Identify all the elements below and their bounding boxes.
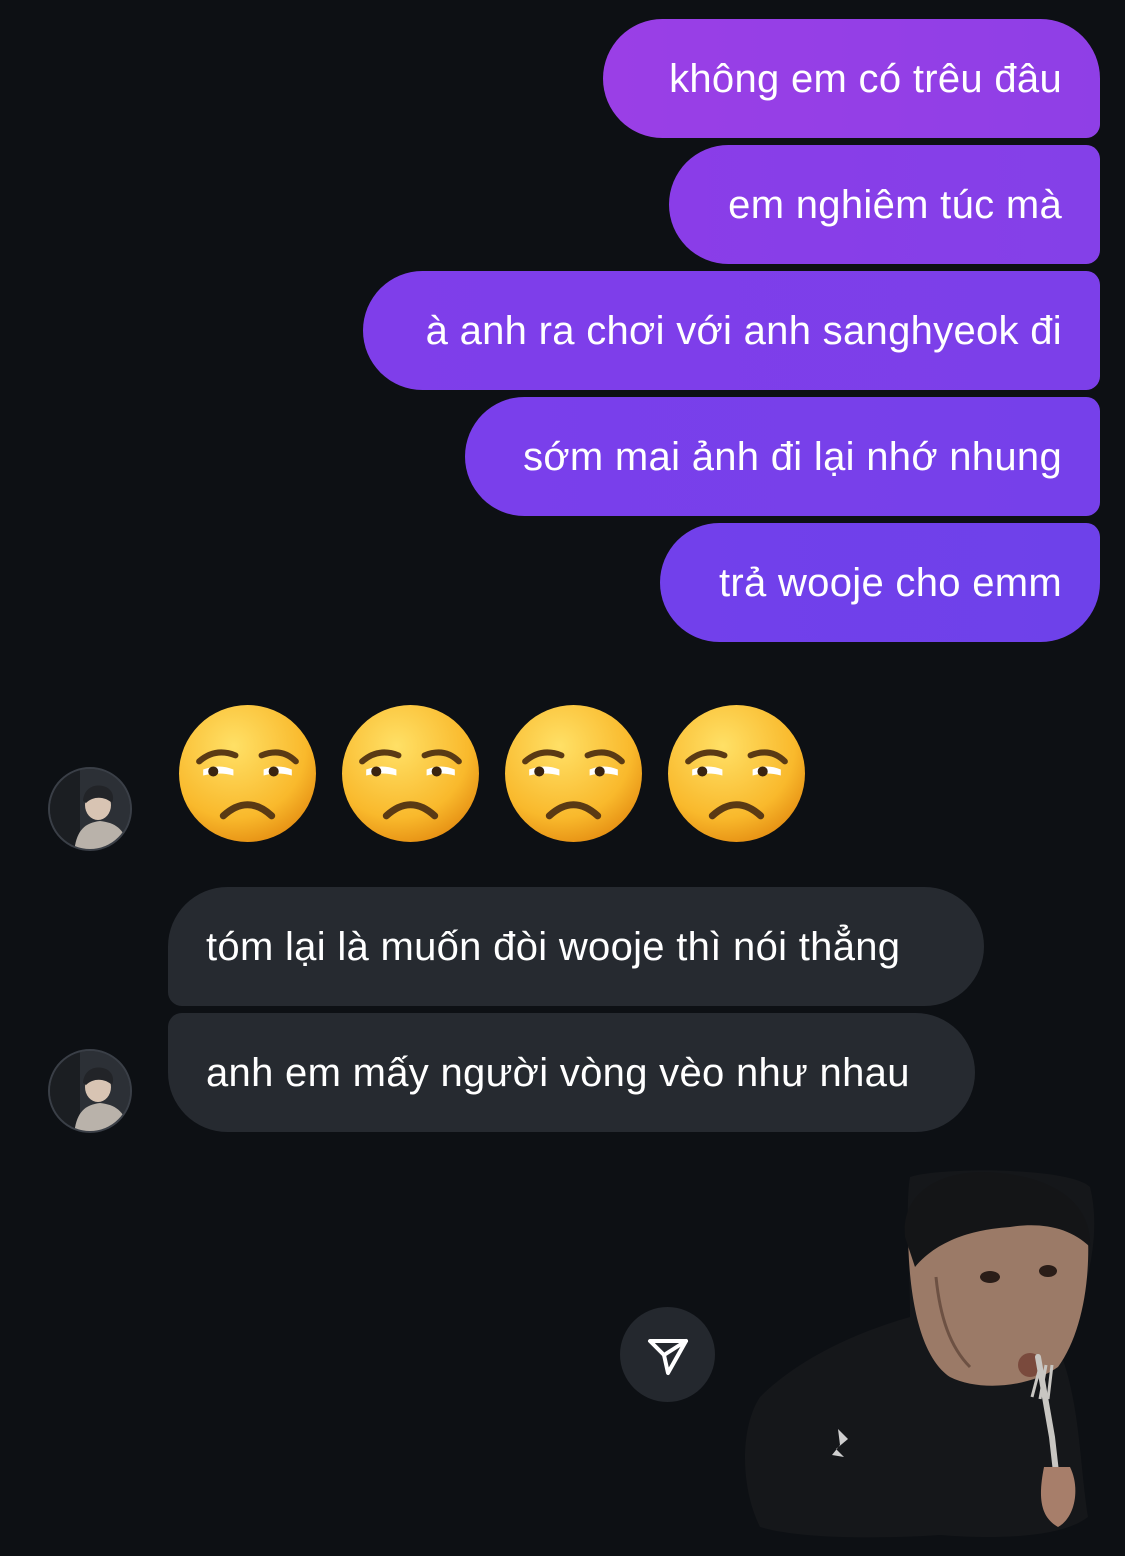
message-text: trả wooje cho emm [718,560,1062,605]
contact-avatar[interactable] [48,1049,132,1133]
message-text: à anh ra chơi với anh sanghyeok đi [425,308,1062,353]
contact-avatar[interactable] [48,767,132,851]
outgoing-message[interactable]: sớm mai ảnh đi lại nhớ nhung [465,397,1100,516]
message-text: em nghiêm túc mà [728,182,1062,227]
unamused-face-icon [179,705,316,842]
unamused-face-icon [342,705,479,842]
message-text: anh em mấy người vòng vèo như nhau [206,1050,910,1095]
outgoing-message[interactable]: em nghiêm túc mà [669,145,1100,264]
outgoing-message[interactable]: không em có trêu đâu [603,19,1100,138]
chat-thread: không em có trêu đâu em nghiêm túc mà à … [0,0,1125,1556]
emoji-message[interactable] [177,703,807,844]
unamused-face-icon [505,705,642,842]
incoming-message[interactable]: anh em mấy người vòng vèo như nhau [168,1013,975,1132]
photo-sticker[interactable] [740,1167,1100,1539]
outgoing-message[interactable]: trả wooje cho emm [660,523,1100,642]
unamused-face-icon [668,705,805,842]
message-text: không em có trêu đâu [669,56,1062,101]
outgoing-message[interactable]: à anh ra chơi với anh sanghyeok đi [363,271,1100,390]
message-text: sớm mai ảnh đi lại nhớ nhung [523,434,1062,479]
paper-plane-icon [647,1338,688,1375]
message-text: tóm lại là muốn đòi wooje thì nói thẳng [206,924,901,969]
share-button[interactable] [620,1307,715,1402]
incoming-message[interactable]: tóm lại là muốn đòi wooje thì nói thẳng [168,887,984,1006]
